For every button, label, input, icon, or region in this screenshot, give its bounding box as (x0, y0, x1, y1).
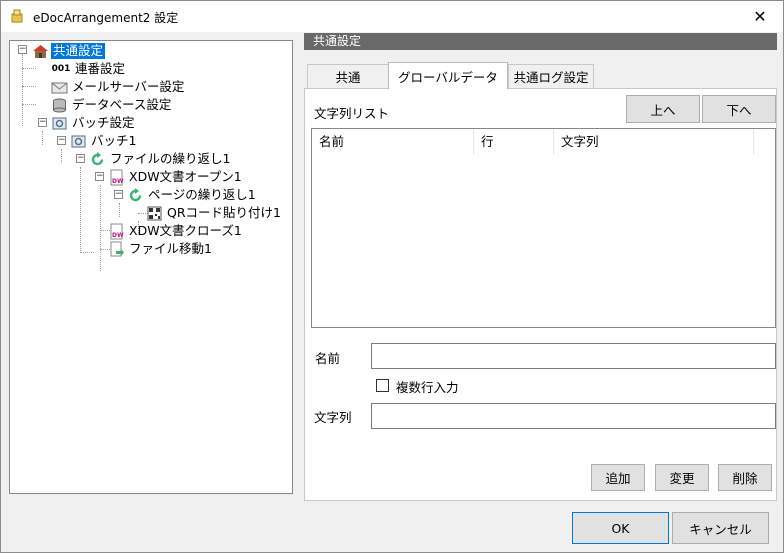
close-icon: ✕ (753, 7, 767, 26)
add-button[interactable]: 追加 (591, 464, 645, 491)
multiline-input-checkbox[interactable] (376, 379, 389, 392)
loop-icon (129, 187, 142, 201)
tree-expander-xdw-open[interactable]: − (95, 172, 104, 181)
app-icon (11, 9, 23, 23)
batch-settings-icon (52, 117, 67, 129)
close-button[interactable]: ✕ (737, 1, 783, 32)
window-title: eDocArrangement2 設定 (33, 11, 179, 25)
tree-item-label: ページの繰り返し1 (148, 187, 256, 202)
tree-item-label: ファイル移動1 (129, 241, 212, 256)
tree-item-qr-paste[interactable]: QRコード貼り付け1 (146, 204, 283, 222)
tab-global-data[interactable]: グローバルデータ (388, 62, 508, 89)
string-list-label: 文字列リスト (314, 106, 390, 121)
tree-item-label: データベース設定 (72, 97, 172, 112)
column-header-row[interactable]: 行 (474, 129, 554, 155)
tree-item-label: 共通設定 (51, 43, 106, 59)
loop-icon (91, 151, 104, 165)
ok-button[interactable]: OK (572, 512, 669, 544)
settings-window: eDocArrangement2 設定 ✕ − 共通設定 001 連番設定 メー… (0, 0, 784, 553)
tree-expander-batch-settings[interactable]: − (38, 118, 47, 127)
tree-item-label: バッチ設定 (72, 115, 135, 130)
string-label: 文字列 (314, 410, 352, 425)
tab-common[interactable]: 共通 (307, 64, 389, 88)
string-input[interactable] (371, 403, 776, 429)
tree-item-sequence-settings[interactable]: 001 連番設定 (51, 60, 127, 78)
tree-item-label: XDW文書クローズ1 (129, 223, 242, 238)
tree-item-page-loop[interactable]: ページの繰り返し1 (127, 186, 258, 204)
move-up-button[interactable]: 上へ (626, 95, 700, 123)
tree-item-file-move[interactable]: ファイル移動1 (108, 240, 214, 258)
house-icon (33, 44, 48, 58)
column-header-string[interactable]: 文字列 (554, 129, 754, 155)
tree-item-xdw-open[interactable]: DW XDW文書オープン1 (108, 168, 244, 186)
delete-button[interactable]: 削除 (718, 464, 772, 491)
panel-header: 共通設定 (304, 33, 777, 50)
tree-item-batch1[interactable]: バッチ1 (70, 132, 138, 150)
tree-expander-batch1[interactable]: − (57, 136, 66, 145)
tree-item-file-loop[interactable]: ファイルの繰り返し1 (89, 150, 232, 168)
settings-tree[interactable]: − 共通設定 001 連番設定 メールサーバー設定 データベース設定 − バッチ… (9, 40, 293, 494)
change-button[interactable]: 変更 (655, 464, 709, 491)
tab-common-log-settings[interactable]: 共通ログ設定 (508, 64, 594, 88)
tree-item-label: ファイルの繰り返し1 (110, 151, 231, 166)
multiline-input-label: 複数行入力 (396, 380, 459, 395)
tree-item-mail-server-settings[interactable]: メールサーバー設定 (51, 78, 186, 96)
file-move-icon (110, 241, 124, 256)
name-input[interactable] (371, 343, 776, 369)
svg-text:DW: DW (112, 178, 124, 185)
tree-item-label: QRコード貼り付け1 (167, 205, 281, 220)
name-label: 名前 (315, 351, 341, 366)
cancel-button[interactable]: キャンセル (672, 512, 769, 544)
svg-text:DW: DW (112, 232, 124, 239)
column-header-name[interactable]: 名前 (312, 129, 474, 155)
tree-item-common-settings[interactable]: 共通設定 (32, 42, 106, 60)
xdw-document-icon: DW (110, 223, 124, 239)
qr-code-icon (147, 206, 162, 220)
database-icon (53, 98, 66, 112)
mail-icon (51, 82, 68, 93)
tree-expander-page-loop[interactable]: − (114, 190, 123, 199)
tree-item-label: 連番設定 (75, 61, 126, 76)
xdw-document-icon: DW (110, 169, 124, 185)
batch-icon (71, 135, 86, 147)
move-down-button[interactable]: 下へ (702, 95, 776, 123)
title-bar: eDocArrangement2 設定 ✕ (1, 1, 783, 32)
tree-item-label: XDW文書オープン1 (129, 169, 242, 184)
tree-expander-root[interactable]: − (18, 45, 27, 54)
tree-expander-file-loop[interactable]: − (76, 154, 85, 163)
tree-item-label: メールサーバー設定 (72, 79, 185, 94)
tree-item-batch-settings[interactable]: バッチ設定 (51, 114, 137, 132)
sequence-number-icon: 001 (51, 64, 71, 74)
tree-item-xdw-close[interactable]: DW XDW文書クローズ1 (108, 222, 244, 240)
string-list-view[interactable]: 名前 行 文字列 (311, 128, 776, 328)
tree-item-label: バッチ1 (91, 133, 137, 148)
tree-item-database-settings[interactable]: データベース設定 (51, 96, 173, 114)
